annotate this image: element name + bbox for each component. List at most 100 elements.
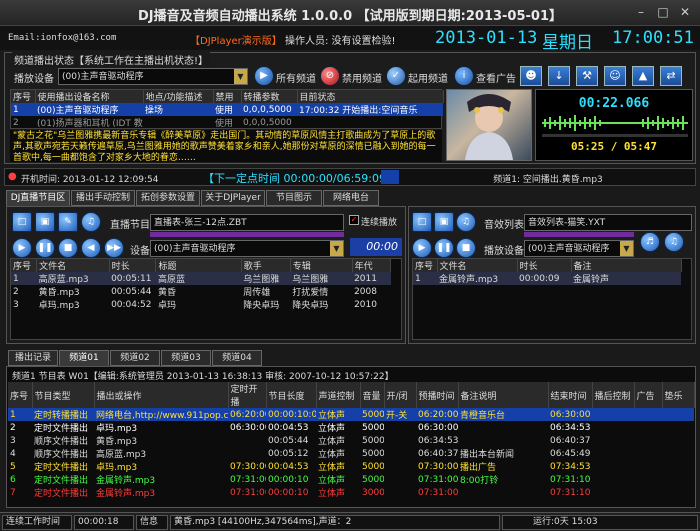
live-program-input[interactable]: 直播表-张三-12点.ZBT xyxy=(150,214,344,231)
uptime-value: 00:00:18 xyxy=(74,515,134,530)
cell: 00:00:10 xyxy=(268,487,309,498)
download-icon[interactable]: ↓ xyxy=(548,66,570,86)
open-folder-icon[interactable]: □ xyxy=(412,212,432,232)
schedule-table: 序号 节目类型 播出或操作 定时开播 节目长度 声道控制 音量 开/闭 预播时间… xyxy=(8,382,695,506)
play-button[interactable]: ▶ xyxy=(412,238,432,258)
edit-icon[interactable]: ✎ xyxy=(58,212,78,232)
live-device-select[interactable]: (00)主声音驱动程序 ▼ xyxy=(150,240,344,257)
schedule-row[interactable]: 4 顺序文件播出 高原蓝.mp3 00:05:12 立体声 5000 06:40:37 播出本… xyxy=(8,447,694,461)
cell xyxy=(634,421,662,434)
col-header: 广告 xyxy=(634,382,663,408)
col-header: 序号 xyxy=(413,259,438,272)
table-row[interactable]: 1 高原蓝.mp3 00:05:11 高原蓝 乌兰图雅 乌兰图雅 2011 xyxy=(11,272,391,285)
email-label: Email:ionfox@163.com xyxy=(8,33,117,43)
schedule-row[interactable]: 1 定时转播播出 网络电台,http://www.911pop.c 06:20:0 00… xyxy=(8,408,694,421)
play-icon[interactable]: ▶ xyxy=(254,66,274,86)
status-row: ● 开机时间: 2013-01-12 12:09:54 【下一定点时间 00:0… xyxy=(4,168,696,186)
next-button[interactable]: ▶▶ xyxy=(104,238,124,258)
playback-display: 00:22.066 05:25 / 05:47 xyxy=(535,89,693,161)
cell xyxy=(662,460,694,473)
live-playlist-header: 序号 文件名 时长 标题 歌手 专辑 年代 xyxy=(11,259,392,272)
schedule-row[interactable]: 2定时文件播出卓玛.mp306:30:0000:04:53立体声500006:3… xyxy=(8,421,694,435)
operator-label: 操作人员: 没有设置检验! xyxy=(285,36,396,47)
close-icon[interactable]: ✕ xyxy=(676,4,694,20)
tab-channel-04[interactable]: 频道04 xyxy=(212,350,262,366)
tab-channel-01[interactable]: 频道01 xyxy=(59,350,109,366)
cell xyxy=(592,408,634,421)
cell xyxy=(384,447,416,460)
album-cover-image xyxy=(446,89,532,161)
table-row[interactable]: 2 黄昏.mp3 00:05:44 黄昏 周传雄 打扰爱情 2008 xyxy=(11,285,391,299)
cell xyxy=(592,486,634,499)
tab-channel-03[interactable]: 频道03 xyxy=(161,350,211,366)
tab-net-radio[interactable]: 网络电台 xyxy=(323,190,379,206)
tab-broadcast-log[interactable]: 播出记录 xyxy=(8,350,58,366)
tab-program-diagram[interactable]: 节目图示 xyxy=(266,190,322,206)
music-note-icon[interactable]: ♫ xyxy=(664,232,684,252)
tab-channel-02[interactable]: 频道02 xyxy=(110,350,160,366)
enable-channel-button[interactable]: 起用频道 xyxy=(408,70,448,85)
table-row[interactable]: 1 金属铃声.mp3 00:00:09 金属铃声 xyxy=(413,272,681,285)
cell: 打扰爱情 xyxy=(292,288,329,298)
table-row[interactable]: 3 卓玛.mp3 00:04:52 卓玛 降央卓玛 降央卓玛 2010 xyxy=(11,298,391,312)
cell: 金属铃声.mp3 xyxy=(439,275,499,285)
cell: 立体声 xyxy=(318,489,346,499)
tab-manual-control[interactable]: 播出手动控制 xyxy=(71,190,135,206)
cell xyxy=(592,421,634,434)
col-header: 文件名 xyxy=(36,259,110,272)
disable-channel-button[interactable]: 禁用频道 xyxy=(342,70,382,85)
schedule-row[interactable]: 6定时文件播出金属铃声.mp307:31:0000:00:10立体声500007… xyxy=(8,473,694,487)
music-icon[interactable]: ♫ xyxy=(456,212,476,232)
forbid-icon[interactable]: ⊘ xyxy=(320,66,340,86)
all-channels-button[interactable]: 所有频道 xyxy=(276,70,316,85)
stop-button[interactable]: ■ xyxy=(456,238,476,258)
tab-about[interactable]: 关于DJPlayer xyxy=(201,190,265,206)
chevron-down-icon: ▼ xyxy=(330,241,343,256)
cell xyxy=(384,460,416,473)
maximize-icon[interactable]: □ xyxy=(654,4,672,20)
minimize-icon[interactable]: – xyxy=(632,4,650,20)
current-time: 17:00:51 xyxy=(612,28,694,48)
cell: 07:31:00 xyxy=(230,487,266,498)
shuffle-icon[interactable]: ⇄ xyxy=(660,66,682,86)
open-folder-icon[interactable]: □ xyxy=(12,212,32,232)
play-button[interactable]: ▶ xyxy=(12,238,32,258)
pause-button[interactable]: ❚❚ xyxy=(434,238,454,258)
table-row[interactable]: 2 (01)扬声器和耳机 (IDT 教室 使用 0,0,0,5000 xyxy=(11,116,443,130)
tools-icon[interactable]: ⚒ xyxy=(576,66,598,86)
check-icon[interactable]: ✓ xyxy=(386,66,406,86)
prev-button[interactable]: ◀ xyxy=(81,238,101,258)
effects-list-input[interactable]: 音效列表-猫笑.YXT xyxy=(524,214,692,231)
schedule-row[interactable]: 7定时文件播出金属铃声.mp307:31:0000:00:10立体声300007… xyxy=(8,486,694,500)
cell: 开-关 xyxy=(386,411,408,421)
schedule-row[interactable]: 5定时文件播出卓玛.mp307:30:0000:04:53立体声500007:3… xyxy=(8,460,694,474)
schedule-row[interactable]: 3 顺序文件播出 黄昏.mp3 00:05:44 立体声 5000 06:34:53 06:4… xyxy=(8,434,694,448)
col-header: 文件名 xyxy=(437,259,518,272)
stop-button[interactable]: ■ xyxy=(58,238,78,258)
volume-icon[interactable]: ♬ xyxy=(640,232,660,252)
current-weekday: 星期日 xyxy=(542,33,593,53)
table-row[interactable]: 1 (00)主声音驱动程序 操场 使用 0,0,0,5000 17:00:32 … xyxy=(11,103,443,116)
save-icon[interactable]: ▣ xyxy=(434,212,454,232)
device-select[interactable]: (00)主声音驱动程序 ▼ xyxy=(58,68,248,85)
cell: 周传雄 xyxy=(243,288,271,298)
users-icon[interactable]: ☻ xyxy=(520,66,542,86)
user-icon[interactable]: ☺ xyxy=(604,66,626,86)
tab-settings[interactable]: 拓创参数设置 xyxy=(136,190,200,206)
cell xyxy=(592,447,634,460)
cell xyxy=(458,486,548,499)
user-upload-icon[interactable]: ▲ xyxy=(632,66,654,86)
cell: 5000 xyxy=(362,435,384,446)
effects-device-select[interactable]: (00)主声音驱动程序 ▼ xyxy=(524,240,634,257)
info-icon[interactable]: i xyxy=(454,66,474,86)
save-icon[interactable]: ▣ xyxy=(35,212,55,232)
tab-dj-live[interactable]: DJ直播节目区 xyxy=(6,190,70,206)
loop-checkbox[interactable]: ✓ xyxy=(349,215,359,225)
channel-table: 序号 使用播出设备名称 地点/功能描述 禁用 转播参数 目前状态 1 (00)主… xyxy=(10,89,444,130)
col-header: 歌手 xyxy=(241,259,291,272)
view-ads-button[interactable]: 查看广告 xyxy=(476,70,516,85)
channel-status-title: 频道播出状态【系统工作在主播出机状态!】 xyxy=(12,52,211,67)
cell xyxy=(662,473,694,486)
music-icon[interactable]: ♫ xyxy=(81,212,101,232)
pause-button[interactable]: ❚❚ xyxy=(35,238,55,258)
